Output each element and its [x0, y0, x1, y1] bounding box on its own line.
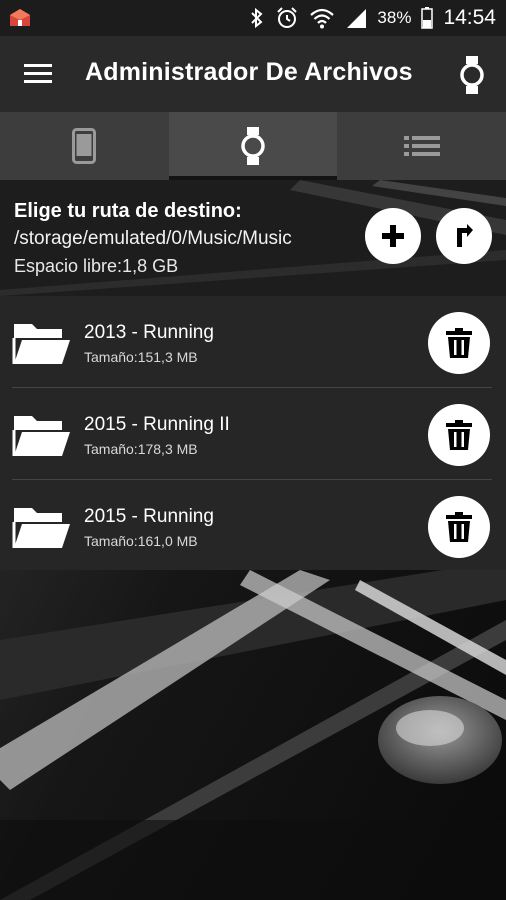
- folder-icon: [12, 508, 70, 548]
- battery-percent: 38%: [377, 8, 412, 27]
- plus-icon: [382, 225, 404, 247]
- delete-button[interactable]: [428, 312, 490, 374]
- list-item[interactable]: 2013 - Running Tamaño:151,3 MB: [0, 296, 506, 387]
- phone-icon: [72, 128, 96, 164]
- cell-signal-icon: [347, 9, 367, 28]
- tab-bar: [0, 112, 506, 180]
- folder-list: 2013 - Running Tamaño:151,3 MB 2015 - Ru…: [0, 296, 506, 570]
- folder-size: Tamaño:178,3 MB: [84, 441, 198, 457]
- bluetooth-icon: [251, 7, 263, 29]
- tab-list[interactable]: [338, 112, 506, 180]
- list-icon: [404, 136, 440, 156]
- destination-title: Elige tu ruta de destino:: [14, 200, 242, 222]
- delete-button[interactable]: [428, 404, 490, 466]
- app-notification-icon: [10, 9, 30, 26]
- folder-name: 2013 - Running: [84, 322, 214, 343]
- trash-icon: [446, 328, 472, 358]
- folder-name: 2015 - Running: [84, 506, 214, 527]
- trash-icon: [446, 512, 472, 542]
- toolbar: Administrador De Archivos: [0, 36, 506, 112]
- list-item[interactable]: 2015 - Running II Tamaño:178,3 MB: [0, 388, 506, 479]
- folder-name: 2015 - Running II: [84, 414, 230, 435]
- delete-button[interactable]: [428, 496, 490, 558]
- folder-size: Tamaño:151,3 MB: [84, 349, 198, 365]
- smartwatch-icon[interactable]: [460, 56, 484, 94]
- page-title: Administrador De Archivos: [85, 58, 413, 86]
- wifi-icon: [310, 8, 335, 29]
- smartwatch-icon: [241, 127, 265, 165]
- destination-path: /storage/emulated/0/Music/Music: [14, 228, 292, 249]
- folder-icon: [12, 416, 70, 456]
- destination-panel: Elige tu ruta de destino: /storage/emula…: [0, 180, 506, 296]
- clock: 14:54: [443, 6, 496, 29]
- alarm-icon: [277, 7, 298, 28]
- hamburger-menu-icon[interactable]: [24, 60, 54, 88]
- list-item[interactable]: 2015 - Running Tamaño:161,0 MB: [0, 480, 506, 571]
- tab-watch[interactable]: [169, 112, 337, 180]
- battery-icon: [421, 7, 434, 29]
- tab-phone[interactable]: [0, 112, 168, 180]
- folder-icon: [12, 324, 70, 364]
- parent-folder-button[interactable]: [436, 208, 492, 264]
- trash-icon: [446, 420, 472, 450]
- add-folder-button[interactable]: [365, 208, 421, 264]
- free-space: Espacio libre:1,8 GB: [14, 256, 179, 276]
- folder-size: Tamaño:161,0 MB: [84, 533, 198, 549]
- status-bar: 38% 14:54: [0, 0, 506, 36]
- level-up-arrow-icon: [457, 224, 473, 247]
